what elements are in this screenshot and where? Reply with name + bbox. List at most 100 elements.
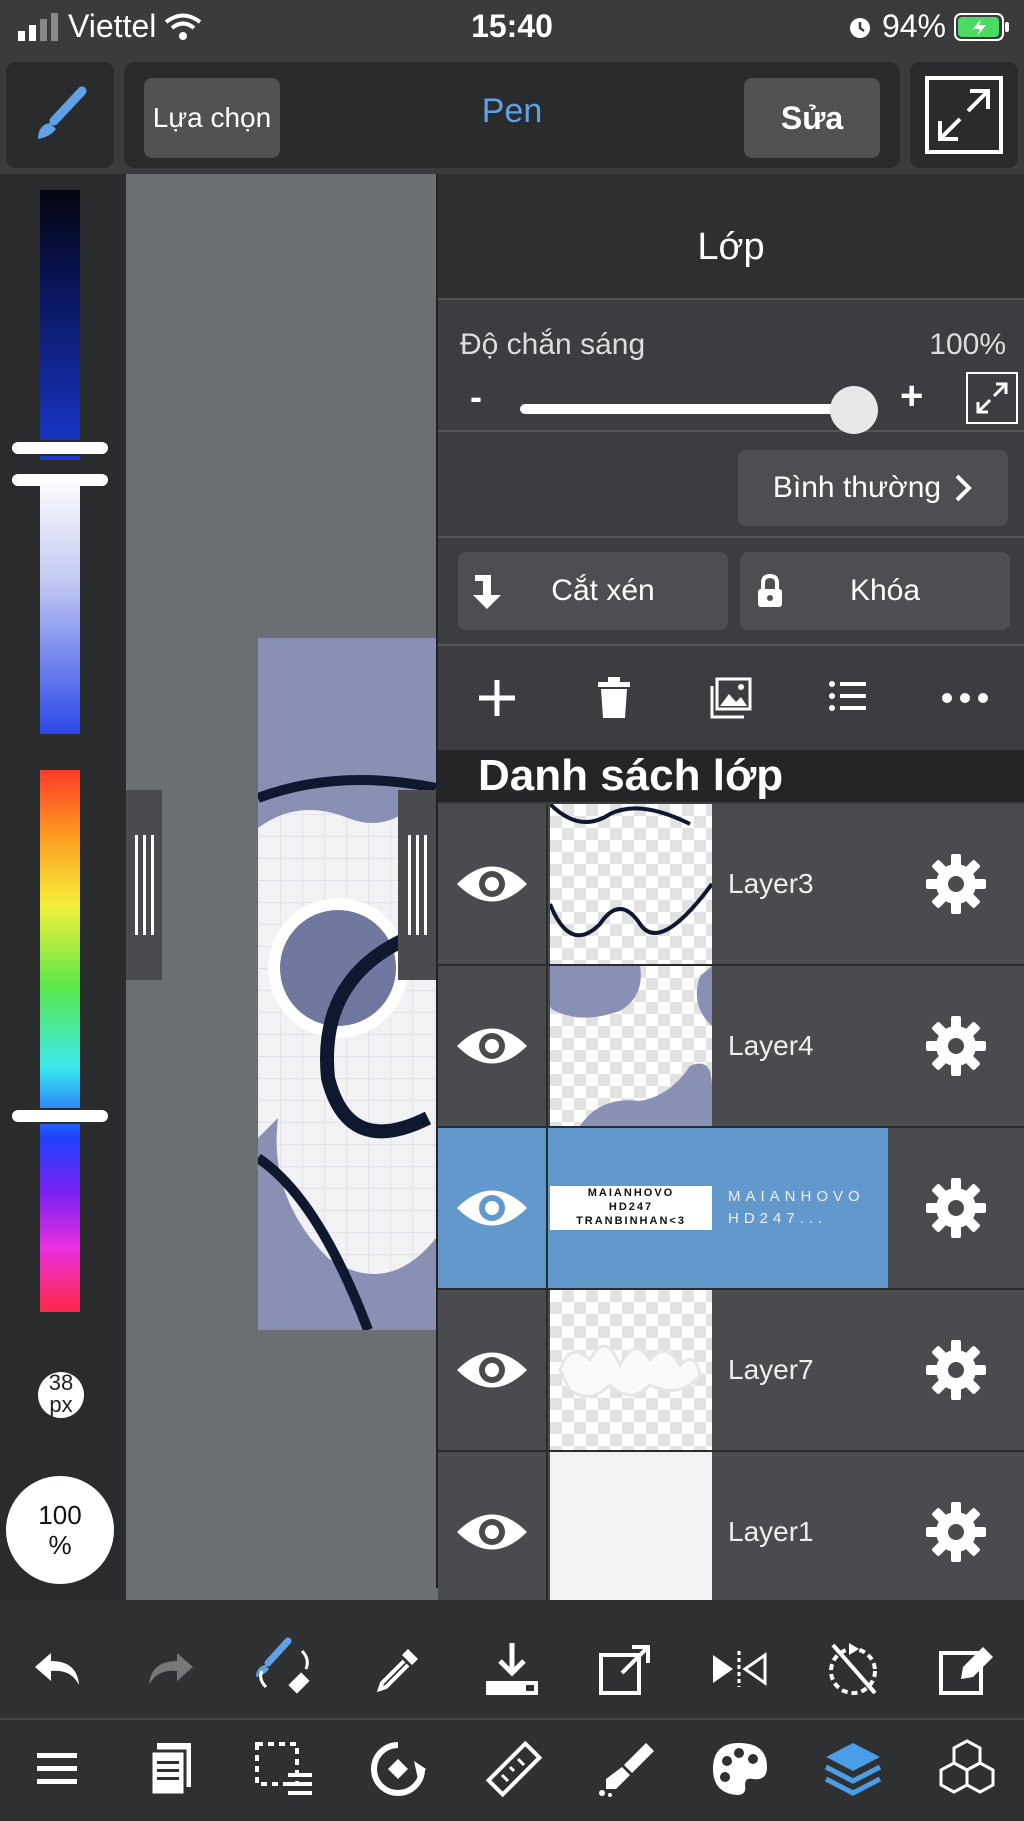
brightness-handle[interactable] — [12, 442, 108, 454]
selection-icon — [255, 1742, 313, 1795]
layer-list-button[interactable] — [818, 668, 878, 728]
gear-icon — [926, 1340, 986, 1400]
opacity-slider-knob[interactable] — [830, 386, 878, 434]
eye-icon — [457, 1190, 527, 1226]
redo-icon — [148, 1653, 193, 1685]
layer-settings-button[interactable] — [888, 1290, 1024, 1450]
ruler-icon — [485, 1740, 542, 1798]
selection-tool-button[interactable] — [248, 1733, 320, 1805]
layer7-thumbnail-image — [558, 1344, 702, 1398]
documents-icon — [149, 1743, 191, 1797]
layer-row[interactable]: Layer1 — [438, 1452, 1024, 1614]
lock-button[interactable]: Khóa — [740, 552, 1010, 630]
layer-list-header: Danh sách lớp — [438, 750, 1024, 802]
layer-thumbnail — [550, 1290, 712, 1450]
opacity-expand-button[interactable] — [966, 372, 1018, 424]
lock-icon — [758, 573, 782, 607]
flip-icon — [713, 1651, 767, 1687]
brush-opacity-value: 100 — [38, 1500, 82, 1530]
layer-settings-button[interactable] — [888, 1452, 1024, 1612]
layer-panel-grip[interactable] — [398, 790, 436, 980]
trash-icon — [597, 677, 630, 718]
reset-rotation-button[interactable] — [817, 1633, 889, 1705]
layer-thumbnail-text: MAIANHOVO HD247 TRANBINHAN<3 — [550, 1186, 712, 1230]
3d-model-button[interactable] — [931, 1733, 1003, 1805]
clipping-button[interactable]: Cắt xén — [458, 552, 728, 630]
layers-icon — [825, 1743, 882, 1796]
layer-panel-title: Lớp — [438, 174, 1024, 298]
canvas-artwork[interactable] — [258, 638, 436, 1330]
image-icon — [710, 677, 752, 719]
color-palette-button[interactable] — [703, 1733, 775, 1805]
add-layer-button[interactable] — [467, 668, 527, 728]
flip-canvas-button[interactable] — [703, 1633, 775, 1705]
share-export-button[interactable] — [590, 1633, 662, 1705]
undo-icon — [34, 1653, 79, 1685]
clear-layer-button[interactable] — [931, 1633, 1003, 1705]
visibility-toggle[interactable] — [438, 966, 548, 1126]
clip-lock-row: Cắt xén Khóa — [438, 538, 1024, 646]
opacity-increase-button[interactable]: + — [900, 374, 923, 419]
layer-row-selected[interactable]: MAIANHOVO HD247 TRANBINHAN<3 MAIANHOVO H… — [438, 1128, 1024, 1290]
brush-size-indicator[interactable]: 38 px — [38, 1372, 84, 1418]
opacity-decrease-button[interactable]: - — [470, 376, 482, 418]
layer-action-row — [438, 646, 1024, 750]
rotate-disabled-icon — [829, 1643, 878, 1695]
material-button[interactable] — [590, 1733, 662, 1805]
brush-tool-button[interactable] — [6, 62, 114, 168]
toolbar-center: Lựa chọn Pen Sửa — [124, 62, 900, 168]
brush-swap-button[interactable] — [248, 1633, 320, 1705]
hue-slider[interactable] — [40, 770, 80, 1312]
cubes-icon — [939, 1739, 995, 1794]
saturation-slider[interactable] — [40, 476, 80, 734]
layer-row[interactable]: Layer7 — [438, 1290, 1024, 1452]
layer4-thumbnail-image — [550, 966, 712, 1126]
transform-icon — [371, 1742, 427, 1796]
layer-panel: Lớp Độ chắn sáng 100% - + Bình thường Cắ… — [436, 174, 1024, 1614]
brush-size-value: 38 — [48, 1370, 74, 1395]
transform-button[interactable] — [362, 1733, 434, 1805]
expand-icon — [925, 76, 1003, 154]
layer-opacity-row: Độ chắn sáng 100% - + — [438, 298, 1024, 434]
eye-icon — [457, 1028, 527, 1064]
more-options-button[interactable] — [935, 668, 995, 728]
visibility-toggle[interactable] — [438, 1128, 548, 1288]
ruler-button[interactable] — [476, 1733, 548, 1805]
brightness-slider[interactable] — [40, 190, 80, 460]
hamburger-menu-icon — [36, 1753, 77, 1784]
eye-icon — [457, 1352, 527, 1388]
undo-button[interactable] — [21, 1633, 93, 1705]
brush-material-icon — [598, 1743, 654, 1797]
brush-opacity-indicator[interactable]: 100 % — [6, 1476, 114, 1584]
layer-thumbnail: MAIANHOVO HD247 TRANBINHAN<3 — [550, 1128, 712, 1288]
blend-mode-row: Bình thường — [438, 432, 1024, 538]
eyedropper-icon — [377, 1649, 419, 1693]
pages-button[interactable] — [135, 1733, 207, 1805]
layers-button[interactable] — [817, 1733, 889, 1805]
layer-settings-button[interactable] — [888, 1128, 1024, 1288]
layer-row[interactable]: Layer3 — [438, 804, 1024, 966]
visibility-toggle[interactable] — [438, 1452, 548, 1612]
import-image-button[interactable] — [701, 668, 761, 728]
layer-row[interactable]: Layer4 — [438, 966, 1024, 1128]
visibility-toggle[interactable] — [438, 1290, 548, 1450]
eyedropper-button[interactable] — [362, 1633, 434, 1705]
main-menu-row — [0, 1724, 1024, 1814]
edit-button[interactable]: Sửa — [744, 78, 880, 158]
redo-button[interactable] — [135, 1633, 207, 1705]
delete-layer-button[interactable] — [584, 668, 644, 728]
layer-name: Layer1 — [728, 1516, 814, 1547]
status-bar: Viettel 15:40 94% — [0, 0, 1024, 56]
save-download-button[interactable] — [476, 1633, 548, 1705]
fullscreen-button[interactable] — [910, 62, 1018, 168]
left-panel-grip[interactable] — [126, 790, 162, 980]
blend-mode-button[interactable]: Bình thường — [738, 450, 1008, 526]
visibility-toggle[interactable] — [438, 804, 548, 964]
layer-settings-button[interactable] — [888, 804, 1024, 964]
hue-handle[interactable] — [12, 1110, 108, 1122]
menu-button[interactable] — [21, 1733, 93, 1805]
layer-name: Layer7 — [728, 1354, 814, 1385]
layer-settings-button[interactable] — [888, 966, 1024, 1126]
layer-thumbnail — [550, 966, 712, 1126]
opacity-slider-track[interactable] — [520, 404, 860, 414]
